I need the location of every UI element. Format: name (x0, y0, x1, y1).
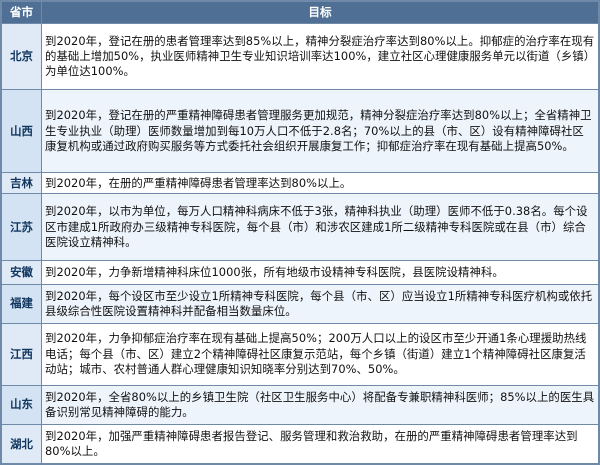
table-row: 福建 到2020年，每个设区市至少设立1所精神专科医院，每个县（市、区）应当设立… (1, 284, 599, 324)
province-cell: 安徽 (1, 260, 42, 286)
table-row: 山西 到2020年，登记在册的严重精神障碍患者管理服务更加规范，精神分裂症治疗率… (1, 88, 599, 174)
province-goals-table: 省市 目标 北京 到2020年，登记在册的患者管理率达到85%以上，精神分裂症治… (1, 1, 599, 464)
header-goal: 目标 (41, 1, 599, 24)
table-row: 吉林 到2020年，在册的严重精神障碍患者管理率达到80%以上。 (1, 172, 599, 195)
table-row: 湖北 到2020年，加强严重精神障碍患者报告登记、服务管理和救治救助，在册的严重… (1, 424, 599, 464)
goal-cell: 到2020年，加强严重精神障碍患者报告登记、服务管理和救治救助，在册的严重精神障… (41, 424, 599, 464)
goal-cell: 到2020年，力争新增精神科床位1000张，所有地级市设精神专科医院，县医院设精… (41, 260, 599, 286)
province-cell: 山西 (1, 88, 42, 174)
province-goals-table-frame: 省市 目标 北京 到2020年，登记在册的患者管理率达到85%以上，精神分裂症治… (0, 0, 600, 465)
goal-cell: 到2020年，全省80%以上的乡镇卫生院（社区卫生服务中心）将配备专兼职精神科医… (41, 384, 599, 426)
table-row: 安徽 到2020年，力争新增精神科床位1000张，所有地级市设精神专科医院，县医… (1, 260, 599, 286)
province-cell: 吉林 (1, 172, 42, 195)
goal-cell: 到2020年，登记在册的患者管理率达到85%以上，精神分裂症治疗率达到80%以上… (41, 23, 599, 90)
province-cell: 北京 (1, 23, 42, 90)
goal-cell: 到2020年，在册的严重精神障碍患者管理率达到80%以上。 (41, 172, 599, 195)
province-cell: 湖北 (1, 424, 42, 464)
province-cell: 江苏 (1, 193, 42, 262)
header-province: 省市 (1, 1, 42, 24)
table-row: 江苏 到2020年，以市为单位，每万人口精神科病床不低于3张，精神科执业（助理）… (1, 193, 599, 262)
province-cell: 山东 (1, 384, 42, 426)
table-row: 江西 到2020年，力争抑郁症治疗率在现有基础上提高50%；200万人口以上的设… (1, 322, 599, 386)
goal-cell: 到2020年，每个设区市至少设立1所精神专科医院，每个县（市、区）应当设立1所精… (41, 284, 599, 324)
province-cell: 福建 (1, 284, 42, 324)
goal-cell: 到2020年，力争抑郁症治疗率在现有基础上提高50%；200万人口以上的设区市至… (41, 322, 599, 386)
table-row: 北京 到2020年，登记在册的患者管理率达到85%以上，精神分裂症治疗率达到80… (1, 23, 599, 90)
table-row: 山东 到2020年，全省80%以上的乡镇卫生院（社区卫生服务中心）将配备专兼职精… (1, 384, 599, 426)
goal-cell: 到2020年，登记在册的严重精神障碍患者管理服务更加规范，精神分裂症治疗率达到8… (41, 88, 599, 174)
table-header-row: 省市 目标 (1, 1, 599, 24)
province-cell: 江西 (1, 322, 42, 386)
goal-cell: 到2020年，以市为单位，每万人口精神科病床不低于3张，精神科执业（助理）医师不… (41, 193, 599, 262)
